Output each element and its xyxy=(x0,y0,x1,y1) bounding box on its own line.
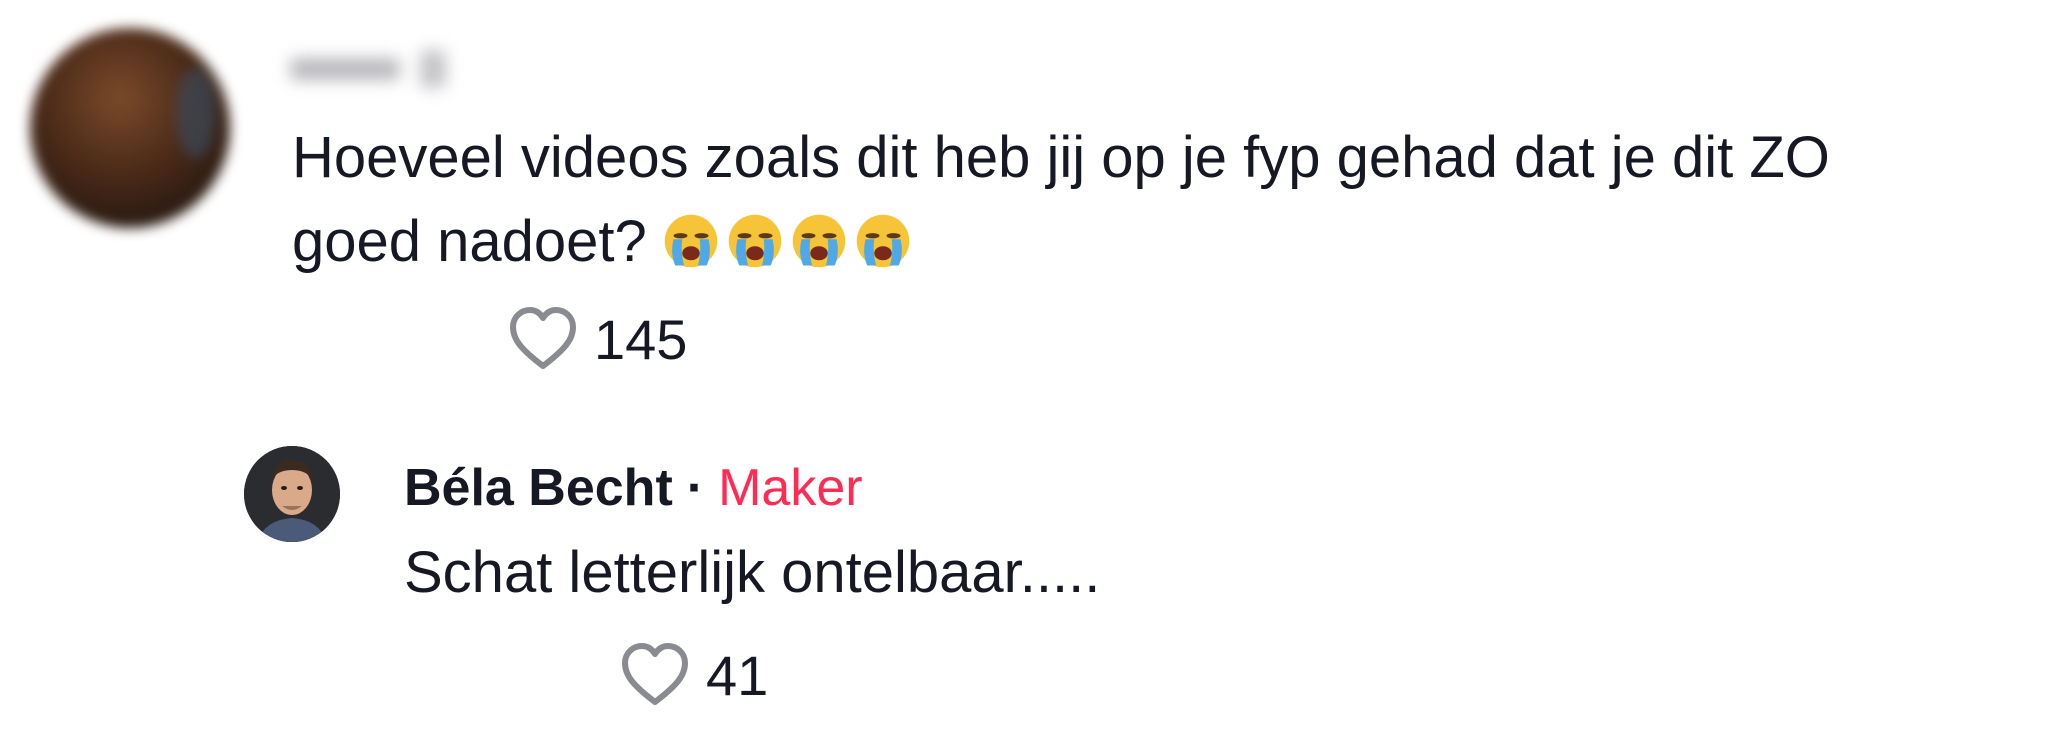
crying-face-emoji-icon xyxy=(792,214,846,268)
commenter-avatar[interactable] xyxy=(30,28,230,228)
heart-outline-icon[interactable] xyxy=(620,642,690,708)
comment-line-1: Hoeveel videos zoals dit heb jij op je f… xyxy=(292,125,1830,190)
reply-text: Schat letterlijk ontelbaar..... xyxy=(404,540,1101,605)
reply-separator: · xyxy=(686,459,705,517)
reply-author-avatar[interactable] xyxy=(244,446,340,542)
commenter-username-blurred[interactable] xyxy=(290,44,460,92)
comment-like-count: 145 xyxy=(594,307,688,371)
comment-line-2: goed nadoet? xyxy=(292,200,2064,284)
crying-face-emoji-icon xyxy=(664,214,718,268)
comment-like-row: 145 xyxy=(508,306,687,372)
comment-text: Hoeveel videos zoals dit heb jij op je f… xyxy=(292,116,2064,284)
creator-badge: Maker xyxy=(718,459,863,517)
comment-line-2-text: goed nadoet? xyxy=(292,209,647,274)
person-portrait-icon xyxy=(244,446,340,542)
crying-face-emoji-icon xyxy=(728,214,782,268)
reply-author-name[interactable]: Béla Becht xyxy=(404,459,673,517)
reply-like-count: 41 xyxy=(706,643,769,707)
heart-outline-icon[interactable] xyxy=(508,306,578,372)
reply-like-row: 41 xyxy=(620,642,768,708)
crying-face-emoji-icon xyxy=(856,214,910,268)
reply-header: Béla Becht · Maker xyxy=(404,456,863,520)
